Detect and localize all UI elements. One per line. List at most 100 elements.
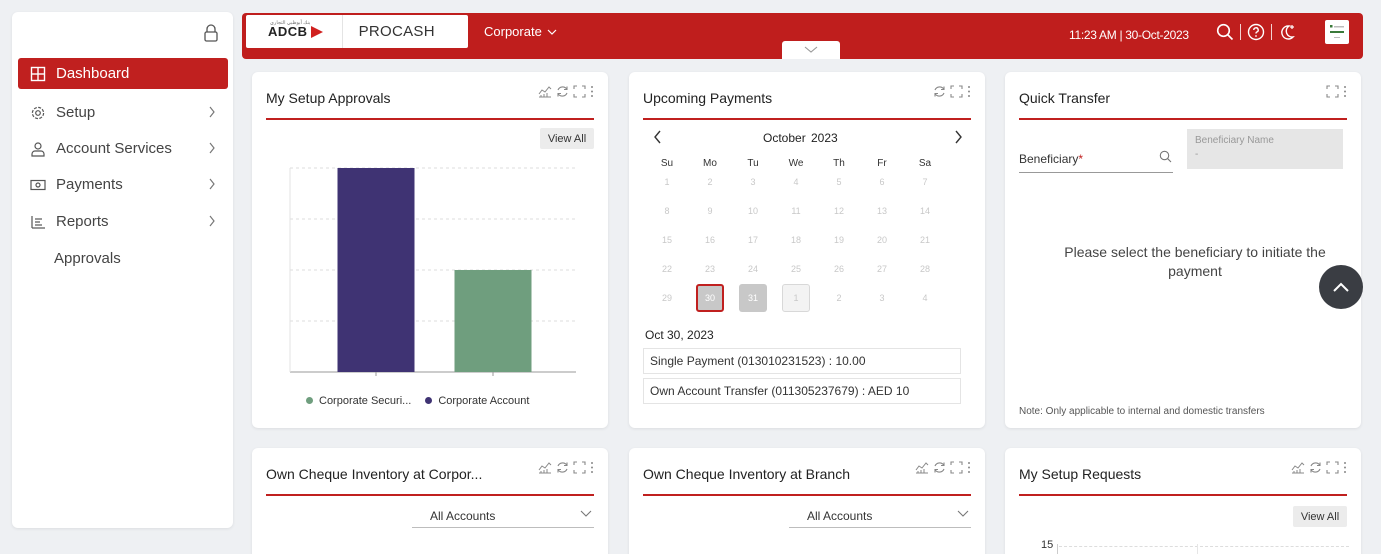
bank-logo-text: ADCB bbox=[268, 24, 308, 39]
expand-icon[interactable] bbox=[950, 85, 963, 98]
calendar-day[interactable]: 26 bbox=[825, 255, 853, 283]
calendar-day[interactable]: 5 bbox=[825, 168, 853, 196]
theme-toggle-icon[interactable] bbox=[1278, 23, 1296, 41]
calendar-day[interactable]: 19 bbox=[825, 226, 853, 254]
kebab-menu-icon[interactable] bbox=[590, 85, 594, 98]
sidebar-item-label: Account Services bbox=[56, 140, 172, 157]
calendar-day[interactable]: 3 bbox=[739, 168, 767, 196]
expand-icon[interactable] bbox=[1326, 461, 1339, 474]
account-select[interactable]: All Accounts bbox=[412, 506, 594, 528]
calendar-day[interactable]: 9 bbox=[696, 197, 724, 225]
calendar-day[interactable]: 21 bbox=[911, 226, 939, 254]
account-select-value: All Accounts bbox=[807, 509, 873, 523]
account-select[interactable]: All Accounts bbox=[789, 506, 971, 528]
beneficiary-name-value: - bbox=[1195, 149, 1199, 160]
sidebar-item-setup[interactable]: Setup bbox=[18, 97, 228, 128]
legend-item[interactable]: Corporate Securi... bbox=[306, 395, 411, 407]
expand-icon[interactable] bbox=[573, 85, 586, 98]
sidebar-item-payments[interactable]: Payments bbox=[18, 169, 228, 200]
bank-logo[interactable]: ADCB bbox=[268, 24, 324, 39]
calendar-day[interactable]: 11 bbox=[782, 197, 810, 225]
datetime: 11:23 AM | 30-Oct-2023 bbox=[1069, 28, 1189, 42]
calendar-day[interactable]: 4 bbox=[782, 168, 810, 196]
calendar-day[interactable]: 31 bbox=[739, 284, 767, 312]
calendar-day[interactable]: 15 bbox=[653, 226, 681, 254]
calendar-day[interactable]: 20 bbox=[868, 226, 896, 254]
kebab-menu-icon[interactable] bbox=[1343, 461, 1347, 474]
expand-icon[interactable] bbox=[573, 461, 586, 474]
beneficiary-name-label: Beneficiary Name bbox=[1195, 135, 1274, 146]
top-header: بنك أبوظبي التجاري ADCB PROCASH Corporat… bbox=[242, 13, 1363, 59]
avatar[interactable] bbox=[1325, 20, 1349, 44]
kebab-menu-icon[interactable] bbox=[967, 85, 971, 98]
calendar-day[interactable]: 18 bbox=[782, 226, 810, 254]
card-divider bbox=[643, 118, 971, 120]
calendar-day[interactable]: 24 bbox=[739, 255, 767, 283]
payment-item[interactable]: Own Account Transfer (011305237679) : AE… bbox=[643, 378, 961, 404]
legend-item[interactable]: Corporate Account bbox=[425, 395, 529, 407]
lock-icon[interactable] bbox=[203, 24, 219, 42]
kebab-menu-icon[interactable] bbox=[590, 461, 594, 474]
payment-item[interactable]: Single Payment (013010231523) : 10.00 bbox=[643, 348, 961, 374]
calendar-day[interactable]: 30 bbox=[696, 284, 724, 312]
sidebar-item-dashboard[interactable]: Dashboard bbox=[18, 58, 228, 89]
calendar-day[interactable]: 2 bbox=[825, 284, 853, 312]
expand-icon[interactable] bbox=[1326, 85, 1339, 98]
legend-label: Corporate Securi... bbox=[319, 395, 412, 407]
calendar-day[interactable]: 10 bbox=[739, 197, 767, 225]
refresh-icon[interactable] bbox=[1309, 461, 1322, 474]
calendar-day[interactable]: 12 bbox=[825, 197, 853, 225]
calendar-day[interactable]: 28 bbox=[911, 255, 939, 283]
calendar-day[interactable]: 23 bbox=[696, 255, 724, 283]
calendar-day[interactable]: 3 bbox=[868, 284, 896, 312]
chevron-left-icon[interactable] bbox=[653, 130, 663, 144]
view-all-button[interactable]: View All bbox=[540, 128, 594, 149]
view-all-button[interactable]: View All bbox=[1293, 506, 1347, 527]
calendar-day[interactable]: 8 bbox=[653, 197, 681, 225]
sidebar-item-approvals[interactable]: Approvals bbox=[18, 243, 228, 274]
beneficiary-field[interactable]: Beneficiary* bbox=[1019, 152, 1083, 166]
help-icon[interactable] bbox=[1247, 23, 1265, 41]
kebab-menu-icon[interactable] bbox=[967, 461, 971, 474]
chart-icon[interactable] bbox=[538, 461, 552, 474]
calendar-day[interactable]: 4 bbox=[911, 284, 939, 312]
scroll-to-top-button[interactable] bbox=[1319, 265, 1363, 309]
calendar-day[interactable]: 6 bbox=[868, 168, 896, 196]
sidebar-item-reports[interactable]: Reports bbox=[18, 206, 228, 237]
refresh-icon[interactable] bbox=[556, 461, 569, 474]
calendar-day[interactable]: 22 bbox=[653, 255, 681, 283]
calendar-day[interactable]: 29 bbox=[653, 284, 681, 312]
card-title: Own Cheque Inventory at Corpor... bbox=[266, 466, 483, 482]
calendar-day[interactable]: 16 bbox=[696, 226, 724, 254]
search-icon[interactable] bbox=[1216, 23, 1234, 41]
chart-icon[interactable] bbox=[915, 461, 929, 474]
expand-icon[interactable] bbox=[950, 461, 963, 474]
calendar-day[interactable]: 27 bbox=[868, 255, 896, 283]
search-icon[interactable] bbox=[1159, 150, 1172, 163]
divider bbox=[1240, 24, 1241, 40]
calendar-day[interactable]: 2 bbox=[696, 168, 724, 196]
collapse-header-tab[interactable] bbox=[782, 41, 840, 59]
chevron-right-icon[interactable] bbox=[953, 130, 963, 144]
calendar-day[interactable]: 17 bbox=[739, 226, 767, 254]
refresh-icon[interactable] bbox=[933, 461, 946, 474]
refresh-icon[interactable] bbox=[933, 85, 946, 98]
chevron-right-icon bbox=[209, 178, 215, 190]
card-title: My Setup Requests bbox=[1019, 466, 1142, 482]
calendar-day[interactable]: 13 bbox=[868, 197, 896, 225]
refresh-icon[interactable] bbox=[556, 85, 569, 98]
kebab-menu-icon[interactable] bbox=[1343, 85, 1347, 98]
entity-select[interactable]: Corporate bbox=[484, 24, 557, 39]
calendar-day[interactable]: 1 bbox=[782, 284, 810, 312]
money-icon bbox=[30, 177, 46, 193]
chart-icon[interactable] bbox=[538, 85, 552, 98]
sidebar-item-account-services[interactable]: Account Services bbox=[18, 133, 228, 164]
calendar-day[interactable]: 1 bbox=[653, 168, 681, 196]
calendar-day[interactable]: 25 bbox=[782, 255, 810, 283]
chart-icon[interactable] bbox=[1291, 461, 1305, 474]
chevron-right-icon bbox=[209, 215, 215, 227]
gear-icon bbox=[30, 105, 46, 121]
calendar-day[interactable]: 14 bbox=[911, 197, 939, 225]
chart-axis bbox=[1057, 544, 1058, 554]
calendar-day[interactable]: 7 bbox=[911, 168, 939, 196]
